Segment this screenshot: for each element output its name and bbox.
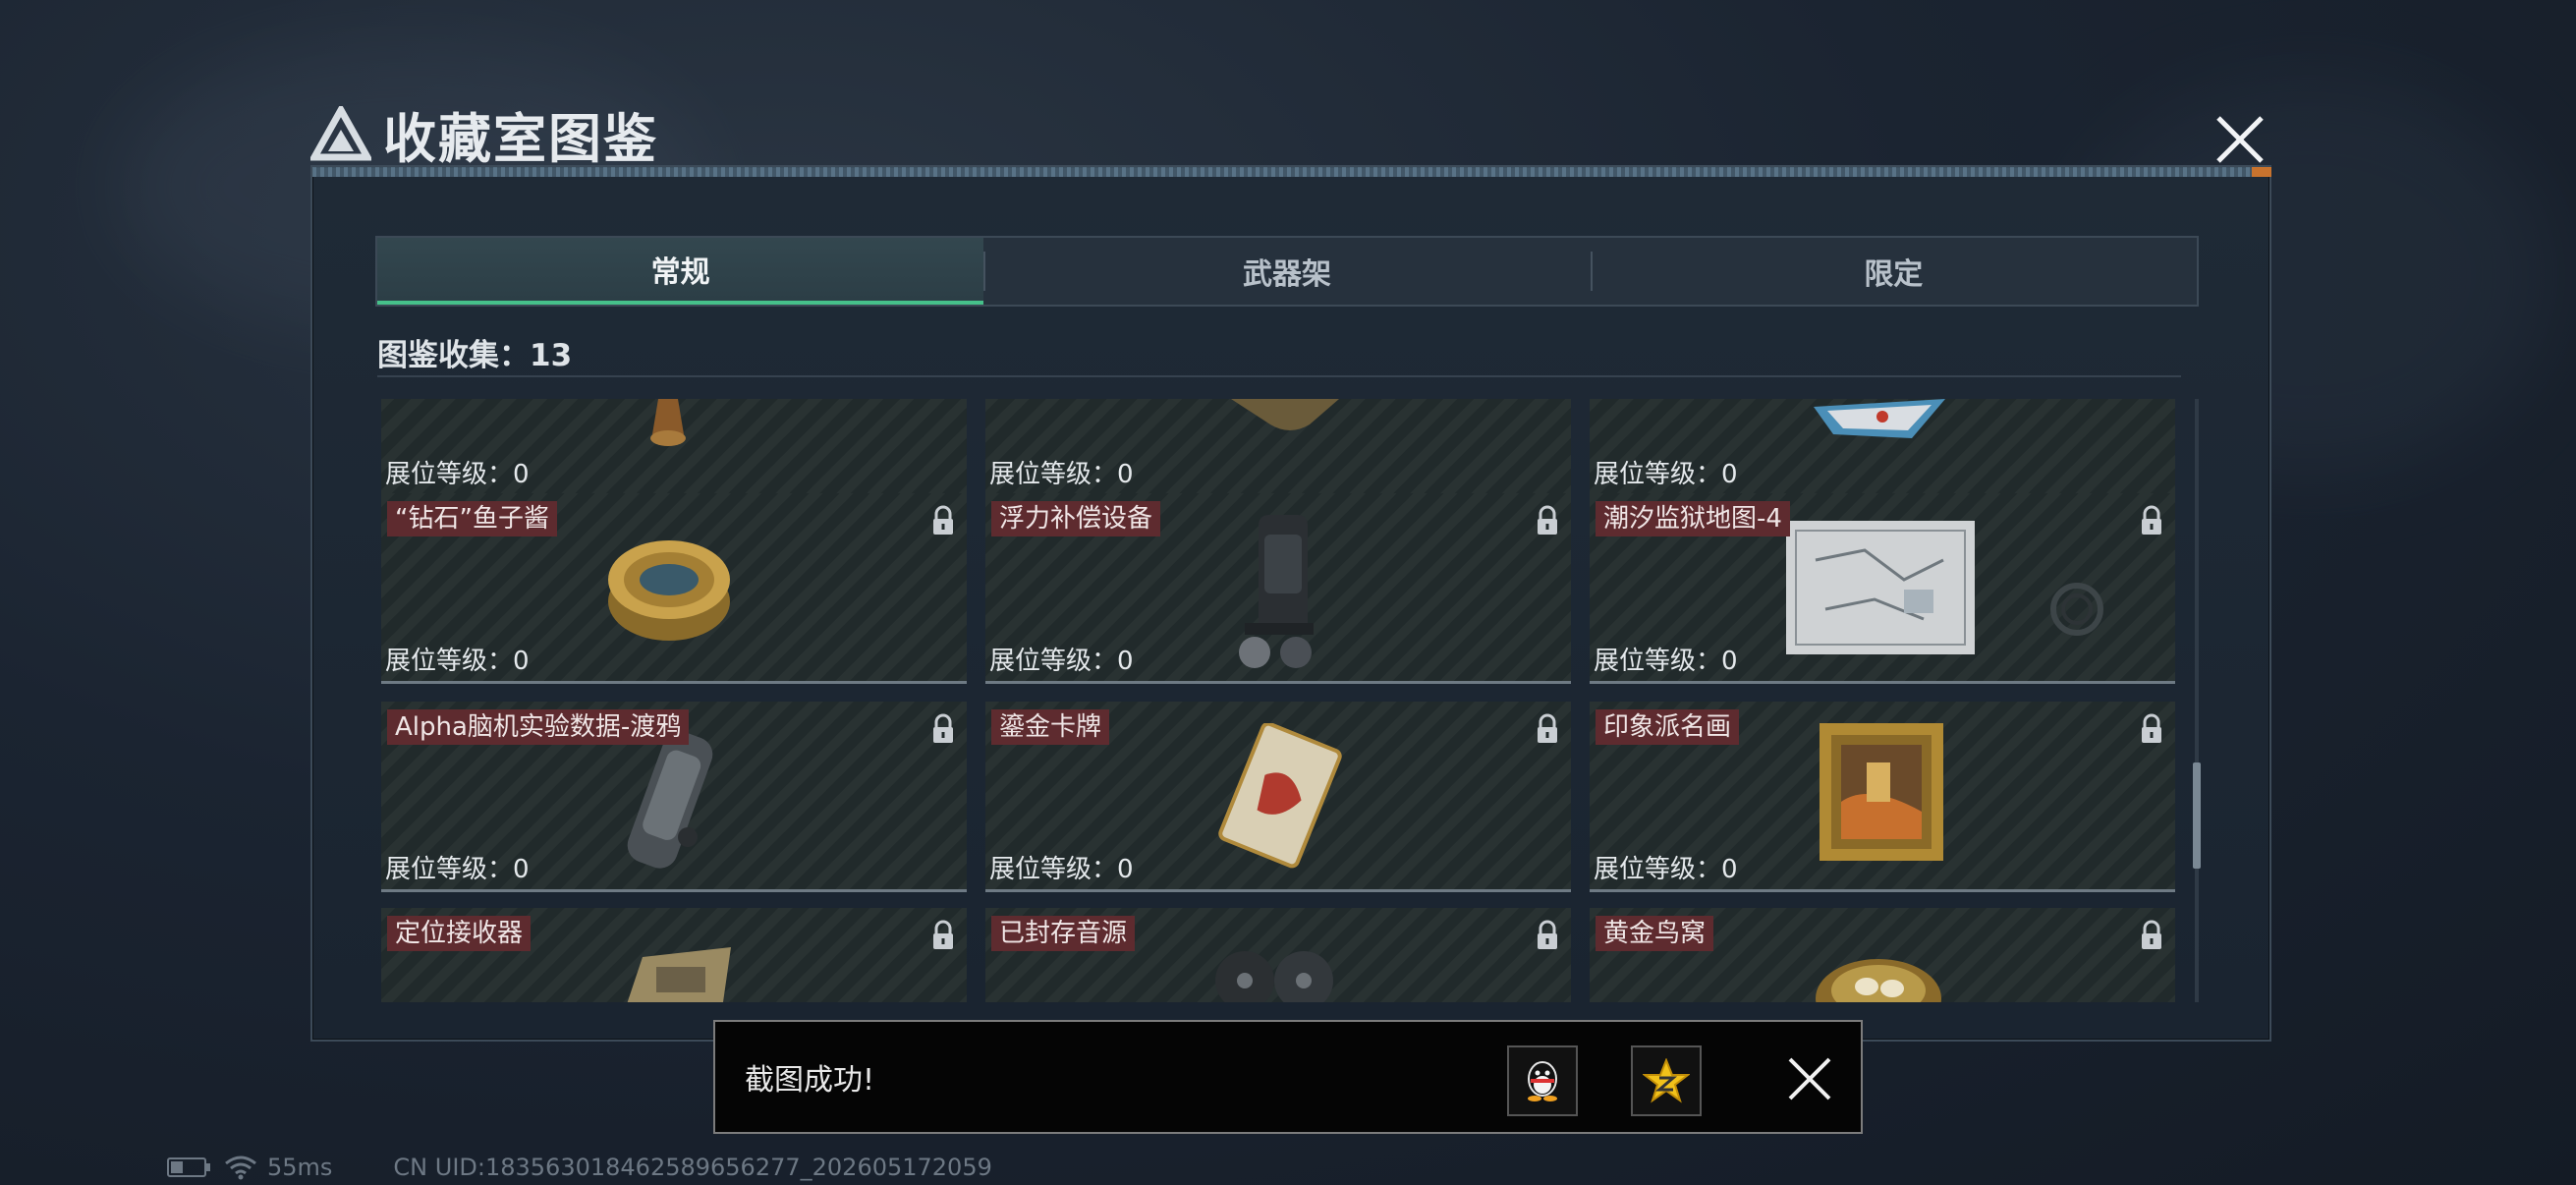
collection-card[interactable]: 已封存音源 <box>985 908 1571 1002</box>
booth-level: 展位等级：0 <box>989 855 1134 884</box>
tab-limited[interactable]: 限定 <box>1590 238 2197 305</box>
collection-card[interactable]: Alpha脑机实验数据-渡鸦 展位等级：0 <box>381 702 967 892</box>
sealed-audio-reel-artwork <box>1215 951 1333 1002</box>
lock-icon <box>933 920 953 949</box>
booth-level: 展位等级：0 <box>989 647 1134 676</box>
booth-level: 展位等级：0 <box>1594 647 1738 676</box>
caviar-tin-artwork <box>608 540 730 641</box>
collection-card[interactable]: 展位等级：0 <box>985 399 1571 497</box>
item-name: 鎏金卡牌 <box>991 709 1110 745</box>
close-button[interactable] <box>2207 106 2273 173</box>
collection-card[interactable]: 鎏金卡牌 展位等级：0 <box>985 702 1571 892</box>
gilded-card-artwork <box>1218 723 1342 869</box>
prison-map-artwork <box>1786 521 1975 654</box>
delta-logo-icon <box>310 106 371 161</box>
item-name: Alpha脑机实验数据-渡鸦 <box>387 709 690 745</box>
booth-level: 展位等级：0 <box>989 460 1134 489</box>
lock-icon <box>933 505 953 535</box>
scrollbar-thumb[interactable] <box>2193 762 2201 869</box>
qq-penguin-icon <box>1528 1061 1557 1101</box>
collection-card[interactable]: 浮力补偿设备 展位等级：0 <box>985 493 1571 684</box>
lock-icon <box>1538 920 1557 949</box>
item-name: 潮汐监狱地图-4 <box>1596 501 1790 536</box>
golden-nest-artwork <box>1816 959 1941 1002</box>
item-name: 定位接收器 <box>387 916 532 951</box>
lock-icon <box>1538 505 1557 535</box>
item-artwork <box>1814 399 1945 438</box>
page-title: 收藏室图鉴 <box>383 107 658 170</box>
ring-artwork <box>2050 583 2103 636</box>
booth-level: 展位等级：0 <box>385 460 530 489</box>
collection-card[interactable]: “钻石”鱼子酱 展位等级：0 <box>381 493 967 684</box>
collection-count: 图鉴收集：13 <box>377 338 573 373</box>
star-favorite-icon <box>1643 1058 1690 1103</box>
lock-icon <box>1538 713 1557 743</box>
toast-close-icon[interactable] <box>1782 1051 1837 1106</box>
lock-icon <box>2142 505 2161 535</box>
scrollbar-track[interactable] <box>2195 399 2199 1002</box>
collection-card[interactable]: 潮汐监狱地图-4 展位等级：0 <box>1590 493 2175 684</box>
share-favorite-button[interactable] <box>1631 1045 1702 1116</box>
booth-level: 展位等级：0 <box>385 647 530 676</box>
item-artwork <box>1231 399 1339 430</box>
item-name: 浮力补偿设备 <box>991 501 1161 536</box>
collection-card[interactable]: 展位等级：0 <box>381 399 967 497</box>
collection-grid[interactable]: 展位等级：0 展位等级：0 展位等级：0 “钻石”鱼子酱 展位等级：0 浮力补偿… <box>381 399 2175 1002</box>
item-name: 印象派名画 <box>1596 709 1740 745</box>
modal-title-row: 收藏室图鉴 <box>310 98 658 170</box>
data-canister-artwork <box>627 731 713 869</box>
share-qq-button[interactable] <box>1507 1045 1578 1116</box>
collection-card[interactable]: 印象派名画 展位等级：0 <box>1590 702 2175 892</box>
item-name: 黄金鸟窝 <box>1596 916 1714 951</box>
item-name: 已封存音源 <box>991 916 1136 951</box>
impressionist-painting-artwork <box>1820 723 1943 861</box>
divider <box>377 375 2181 377</box>
item-name: “钻石”鱼子酱 <box>387 501 557 536</box>
collection-card[interactable]: 定位接收器 <box>381 908 967 1002</box>
screenshot-toast: 截图成功! <box>713 1020 1863 1134</box>
booth-level: 展位等级：0 <box>1594 855 1738 884</box>
ping-readout: 55ms <box>267 1154 333 1181</box>
corner-accent <box>2252 167 2271 177</box>
tab-weapon-rack[interactable]: 武器架 <box>983 238 1590 305</box>
item-artwork <box>650 399 686 446</box>
lock-icon <box>2142 713 2161 743</box>
locator-receiver-artwork <box>627 947 731 1002</box>
lock-icon <box>2142 920 2161 949</box>
collection-card[interactable]: 展位等级：0 <box>1590 399 2175 497</box>
wifi-icon <box>225 1156 256 1180</box>
battery-icon <box>167 1157 210 1177</box>
toast-message: 截图成功! <box>745 1063 875 1098</box>
user-uid: CN UID:183563018462589656277_20260517205… <box>393 1154 992 1181</box>
tab-general[interactable]: 常规 <box>377 238 984 305</box>
close-icon <box>2216 116 2264 163</box>
status-bar: 55ms CN UID:183563018462589656277_202605… <box>167 1154 992 1181</box>
bcd-gear-artwork <box>1239 515 1314 668</box>
category-tabs: 常规 武器架 限定 <box>375 236 2199 307</box>
booth-level: 展位等级：0 <box>1594 460 1738 489</box>
booth-level: 展位等级：0 <box>385 855 530 884</box>
collection-card[interactable]: 黄金鸟窝 <box>1590 908 2175 1002</box>
lock-icon <box>933 713 953 743</box>
